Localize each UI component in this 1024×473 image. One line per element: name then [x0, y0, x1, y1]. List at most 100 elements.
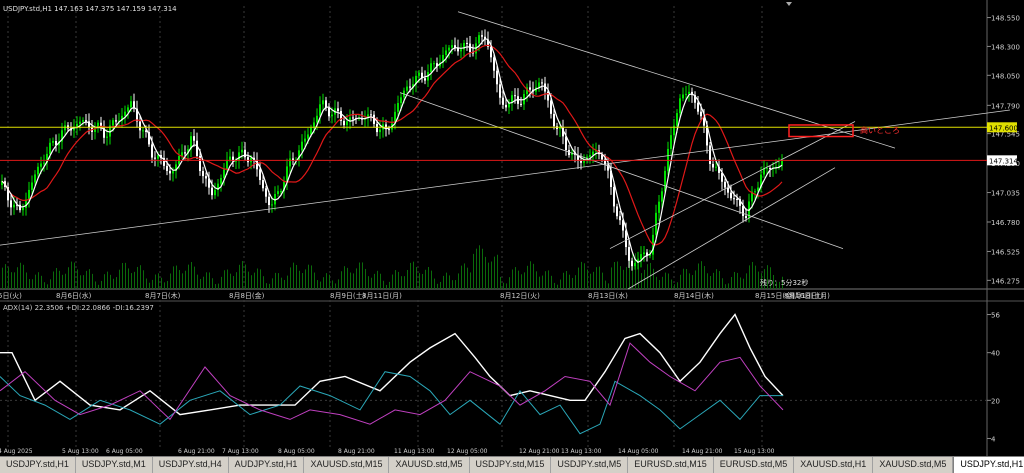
volume-bar — [38, 272, 39, 289]
candle-bearish — [700, 111, 702, 117]
volume-bar — [596, 267, 597, 289]
candle-bullish — [655, 212, 657, 235]
chart-tab-xauusd-std-m5[interactable]: XAUUSD.std,M5 — [389, 457, 470, 473]
volume-bar — [422, 273, 423, 289]
candle-bearish — [193, 136, 195, 141]
volume-bar — [341, 271, 342, 289]
candle-bullish — [277, 191, 279, 195]
candle-bearish — [499, 84, 501, 98]
volume-bar — [719, 271, 720, 289]
candle-bearish — [733, 198, 735, 200]
volume-bar — [749, 265, 750, 289]
candle-bearish — [514, 95, 516, 97]
volume-bar — [41, 275, 42, 289]
chart-tab-usdjpy-std-h1[interactable]: USDJPY.std,H1 — [953, 457, 1024, 473]
candle-bearish — [505, 104, 507, 108]
volume-bar — [17, 267, 18, 289]
chart-tab-usdjpy-std-m1[interactable]: USDJPY.std,M1 — [76, 457, 153, 473]
candle-bearish — [727, 187, 729, 193]
chart-tab-xauusd-std-m15[interactable]: XAUUSD.std,M15 — [304, 457, 390, 473]
volume-bar — [347, 267, 348, 289]
volume-bar — [302, 273, 303, 289]
trendline[interactable] — [399, 92, 844, 249]
volume-bar — [464, 263, 465, 289]
trendline[interactable] — [0, 109, 1011, 246]
chart-tab-eurusd-std-m5[interactable]: EURUSD.std,M5 — [714, 457, 795, 473]
volume-bar — [425, 269, 426, 289]
volume-bar — [62, 274, 63, 289]
candle-bullish — [643, 252, 645, 255]
chart-tab-usdjpy-std-h4[interactable]: USDJPY.std,H4 — [153, 457, 229, 473]
chart-tab-eurusd-std-m15[interactable]: EURUSD.std,M15 — [628, 457, 714, 473]
volume-bar — [290, 267, 291, 289]
volume-bar — [308, 264, 309, 289]
chart-tab-xauusd-std-h1[interactable]: XAUUSD.std,H1 — [794, 457, 874, 473]
volume-bar — [278, 273, 279, 289]
volume-bar — [665, 272, 666, 289]
volume-bar — [683, 268, 684, 289]
volume-bar — [395, 270, 396, 289]
candle-bullish — [661, 191, 663, 202]
volume-bar — [587, 269, 588, 289]
candle-bullish — [31, 182, 33, 190]
chart-tab-usdjpy-std-h1[interactable]: USDJPY.std,H1 — [0, 457, 76, 473]
volume-bar — [26, 272, 27, 289]
candle-bearish — [697, 102, 699, 112]
volume-bar — [314, 272, 315, 289]
chart-tab-audjpy-std-h1[interactable]: AUDJPY.std,H1 — [229, 457, 305, 473]
candle-bullish — [676, 113, 678, 126]
volume-bar — [569, 274, 570, 289]
volume-bar — [20, 262, 21, 289]
candle-bearish — [352, 117, 354, 119]
volume-bar — [107, 271, 108, 289]
volume-bar — [194, 266, 195, 289]
candle-bullish — [679, 98, 681, 114]
volume-bar — [419, 273, 420, 289]
annotation-rectangle[interactable] — [788, 124, 854, 138]
volume-bar — [143, 270, 144, 289]
volume-bar — [2, 267, 3, 289]
chart-shift-marker-icon[interactable] — [786, 2, 792, 6]
chart-tab-usdjpy-std-m15[interactable]: USDJPY.std,M15 — [470, 457, 552, 473]
candle-bullish — [448, 47, 450, 51]
chart-canvas[interactable]: 146.275146.525146.780147.035147.290147.5… — [0, 0, 1024, 456]
volume-bar — [257, 268, 258, 289]
candle-bearish — [469, 43, 471, 53]
chart-tab-usdjpy-std-m5[interactable]: USDJPY.std,M5 — [551, 457, 629, 473]
volume-bar — [401, 276, 402, 289]
date-axis-label: 5日(火) — [0, 292, 22, 300]
indicator-time-axis-label: 6 Aug 21:00 — [178, 448, 215, 455]
candle-bullish — [40, 163, 42, 167]
trendline[interactable] — [609, 121, 856, 249]
candle-bullish — [28, 189, 30, 200]
candle-bullish — [106, 136, 108, 138]
indicator-time-axis-label: 15 Aug 13:00 — [734, 448, 775, 455]
volume-bar — [80, 275, 81, 289]
candle-bullish — [331, 114, 333, 117]
volume-bar — [185, 270, 186, 289]
volume-bar — [692, 275, 693, 289]
volume-bar — [452, 280, 453, 289]
volume-bar — [494, 256, 495, 289]
volume-bar — [728, 283, 729, 289]
volume-bar — [461, 265, 462, 289]
candle-bearish — [247, 157, 249, 163]
candle-bearish — [712, 163, 714, 168]
chart-area[interactable]: 146.275146.525146.780147.035147.290147.5… — [0, 0, 1024, 456]
volume-bar — [710, 276, 711, 289]
volume-bar — [413, 261, 414, 289]
volume-bar — [518, 270, 519, 289]
volume-bar — [533, 263, 534, 289]
candle-bearish — [724, 181, 726, 188]
volume-bar — [209, 272, 210, 289]
volume-bar — [299, 270, 300, 289]
volume-bar — [503, 282, 504, 289]
volume-bar — [176, 265, 177, 289]
chart-tab-xauusd-std-m5[interactable]: XAUUSD.std,M5 — [873, 457, 954, 473]
candle-bearish — [166, 165, 168, 171]
volume-bar — [317, 280, 318, 289]
candle-bearish — [139, 121, 141, 131]
indicator-time-axis-label: 14 Aug 05:00 — [618, 448, 659, 455]
volume-bar — [653, 268, 654, 289]
volume-bar — [701, 261, 702, 289]
